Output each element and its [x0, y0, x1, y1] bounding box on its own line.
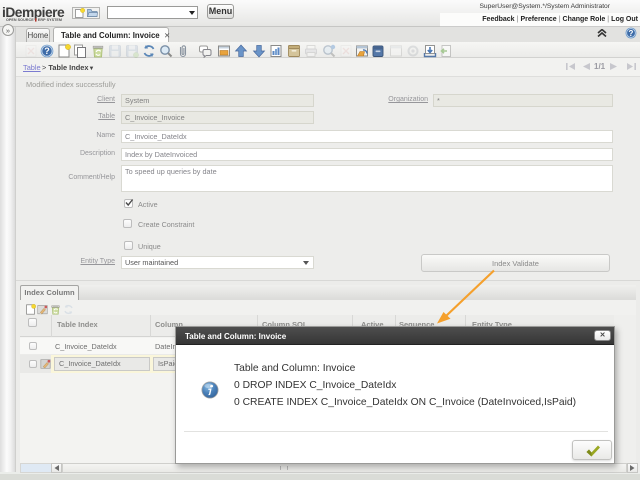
svg-text:?: ?	[629, 29, 634, 38]
svg-text:?: ?	[44, 46, 50, 56]
